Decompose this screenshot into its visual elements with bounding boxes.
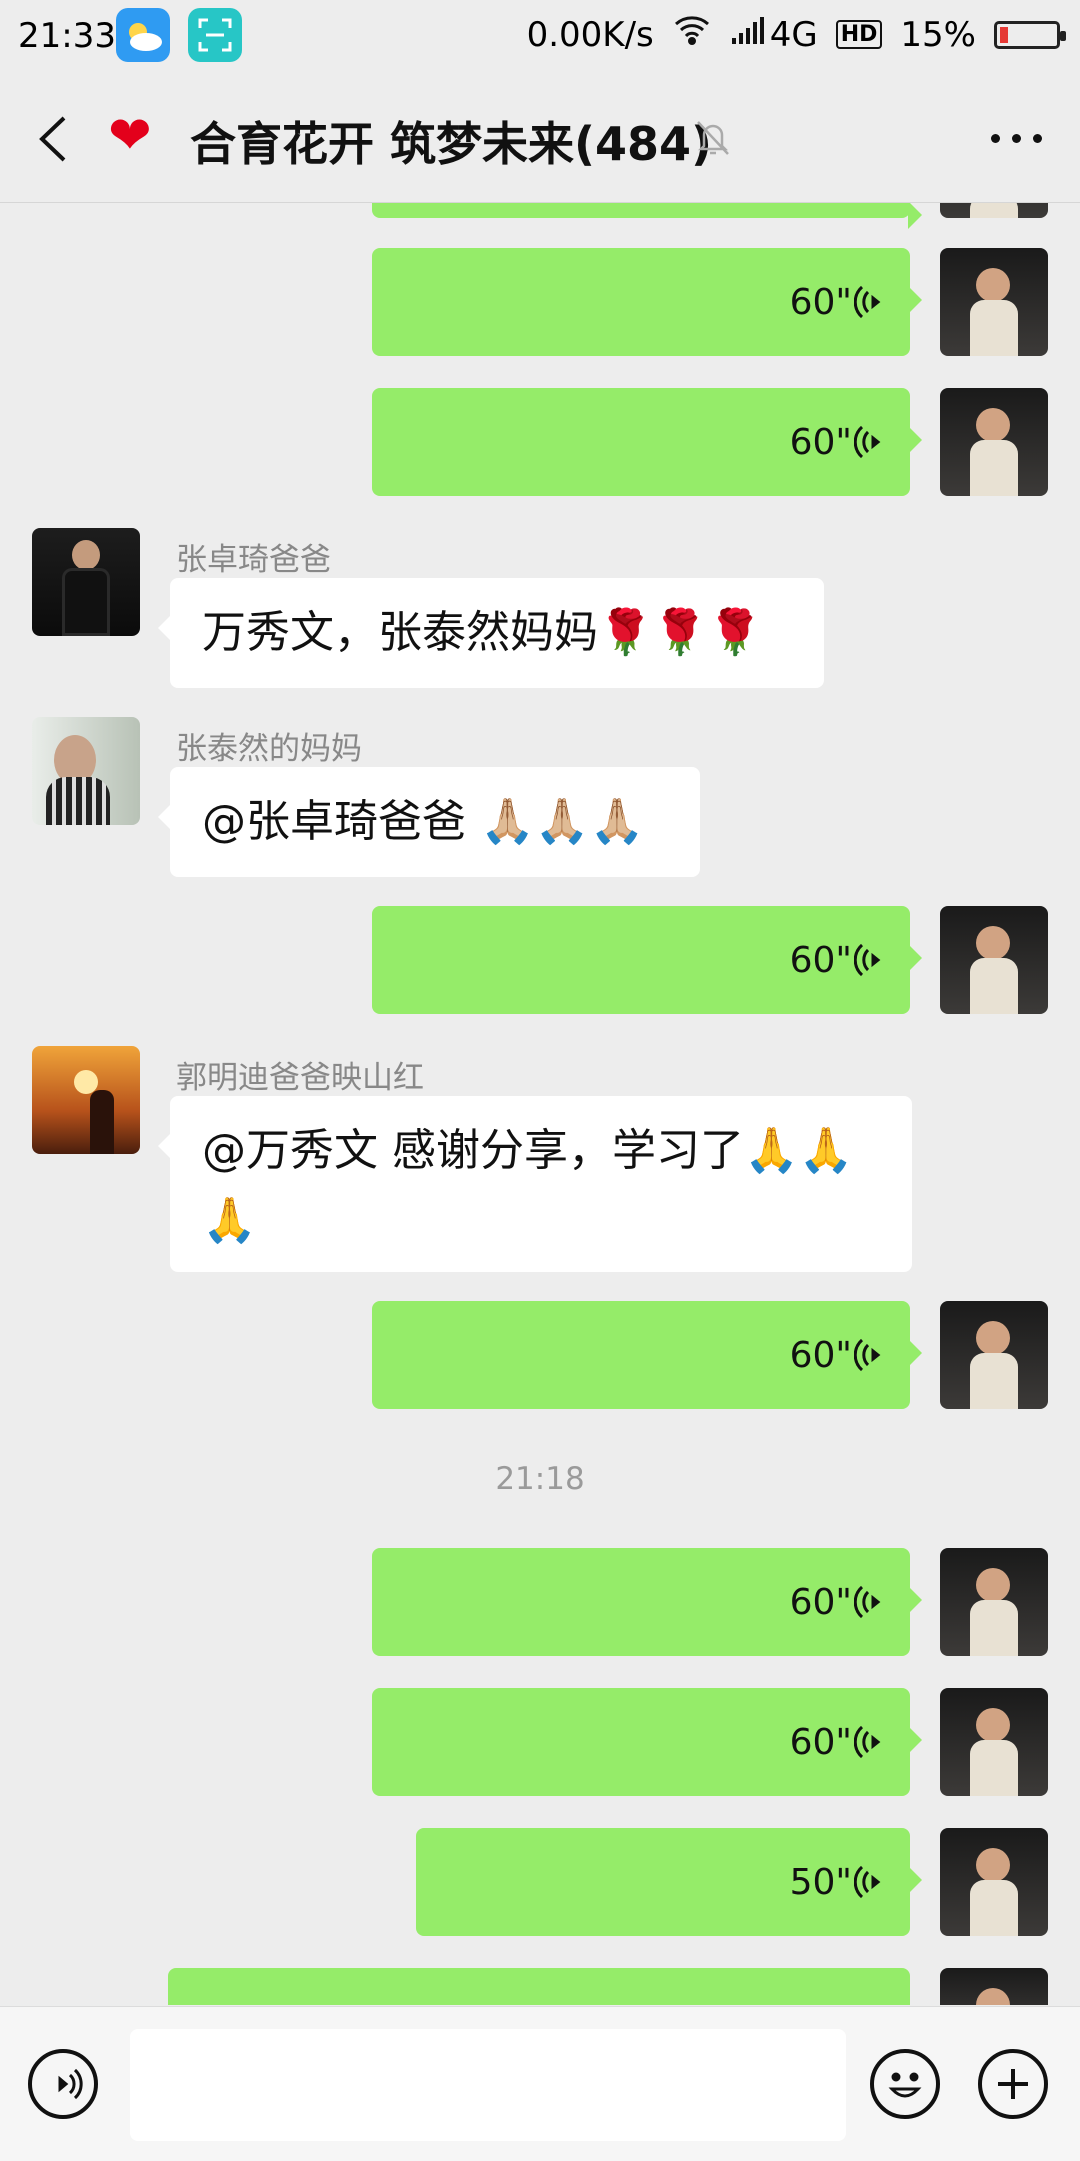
- network-speed: 0.00K/s: [526, 14, 654, 55]
- sender-name: 张卓琦爸爸: [176, 542, 331, 578]
- message-input[interactable]: [130, 2029, 846, 2141]
- status-bar: 21:33 0.00K/s 4G HD 15%: [0, 0, 1080, 74]
- avatar-sender[interactable]: [32, 528, 140, 636]
- voice-play-icon: [853, 942, 888, 978]
- avatar-me[interactable]: [940, 906, 1048, 1014]
- voice-message[interactable]: 60": [372, 1688, 922, 1796]
- voice-duration: 60": [789, 1335, 852, 1376]
- chat-header: ❤ 合育花开 筑梦未来(484): [0, 74, 1080, 203]
- avatar-sender[interactable]: [32, 1046, 140, 1154]
- more-icon[interactable]: [991, 134, 1042, 143]
- voice-play-icon: [853, 1584, 888, 1620]
- voice-duration: 60": [789, 1582, 852, 1623]
- voice-duration: 50": [789, 1862, 852, 1903]
- avatar-me[interactable]: [940, 388, 1048, 496]
- avatar-me[interactable]: [940, 248, 1048, 356]
- back-icon[interactable]: [34, 112, 74, 166]
- timestamp: 21:18: [495, 1461, 585, 1497]
- voice-message-partial[interactable]: [372, 203, 922, 229]
- voice-play-icon: [853, 1337, 888, 1373]
- avatar-me[interactable]: [940, 1301, 1048, 1409]
- text-message[interactable]: @万秀文 感谢分享，学习了🙏🙏🙏: [158, 1096, 912, 1272]
- voice-message[interactable]: 50": [416, 1828, 922, 1936]
- voice-duration: 60": [789, 1722, 852, 1763]
- text-message[interactable]: @张卓琦爸爸 🙏🏼🙏🏼🙏🏼: [158, 767, 700, 877]
- voice-duration: 60": [789, 940, 852, 981]
- scan-icon: [188, 8, 242, 62]
- voice-message[interactable]: 60": [372, 388, 922, 496]
- text-message-partial[interactable]: [168, 1968, 910, 2005]
- voice-play-icon: [853, 1724, 888, 1760]
- avatar-me[interactable]: [940, 1688, 1048, 1796]
- avatar-me[interactable]: [940, 1828, 1048, 1936]
- status-time: 21:33: [18, 16, 116, 56]
- mute-bell-icon: [694, 118, 732, 158]
- message-list[interactable]: 60" 60" 张卓琦爸爸 万秀文，张泰然妈妈🌹🌹🌹 张泰然的妈妈 @张卓琦爸爸…: [0, 203, 1080, 2005]
- battery-percent: 15%: [900, 14, 976, 55]
- battery-icon: [994, 20, 1066, 49]
- network-type: 4G: [769, 14, 818, 55]
- weather-icon: [116, 8, 170, 62]
- avatar-me[interactable]: [940, 1968, 1048, 2005]
- voice-message[interactable]: 60": [372, 1301, 922, 1409]
- voice-duration: 60": [789, 422, 852, 463]
- voice-play-icon: [853, 424, 888, 460]
- voice-message[interactable]: 60": [372, 248, 922, 356]
- voice-message[interactable]: 60": [372, 906, 922, 1014]
- voice-duration: 60": [789, 282, 852, 323]
- heart-icon: ❤: [108, 106, 152, 166]
- wifi-icon: [672, 14, 712, 55]
- hd-icon: HD: [835, 20, 883, 49]
- voice-play-icon: [853, 284, 888, 320]
- avatar-me[interactable]: [940, 203, 1048, 218]
- sender-name: 张泰然的妈妈: [176, 731, 362, 767]
- signal-icon: [730, 15, 766, 55]
- input-bar: [0, 2006, 1080, 2161]
- plus-icon[interactable]: [978, 2049, 1048, 2119]
- avatar-sender[interactable]: [32, 717, 140, 825]
- emoji-icon[interactable]: [870, 2049, 940, 2119]
- avatar-me[interactable]: [940, 1548, 1048, 1656]
- chat-title[interactable]: 合育花开 筑梦未来(484): [190, 108, 712, 174]
- voice-message[interactable]: 60": [372, 1548, 922, 1656]
- sender-name: 郭明迪爸爸映山红: [176, 1060, 424, 1096]
- voice-mode-icon[interactable]: [28, 2049, 98, 2119]
- text-message[interactable]: 万秀文，张泰然妈妈🌹🌹🌹: [158, 578, 824, 688]
- voice-play-icon: [853, 1864, 888, 1900]
